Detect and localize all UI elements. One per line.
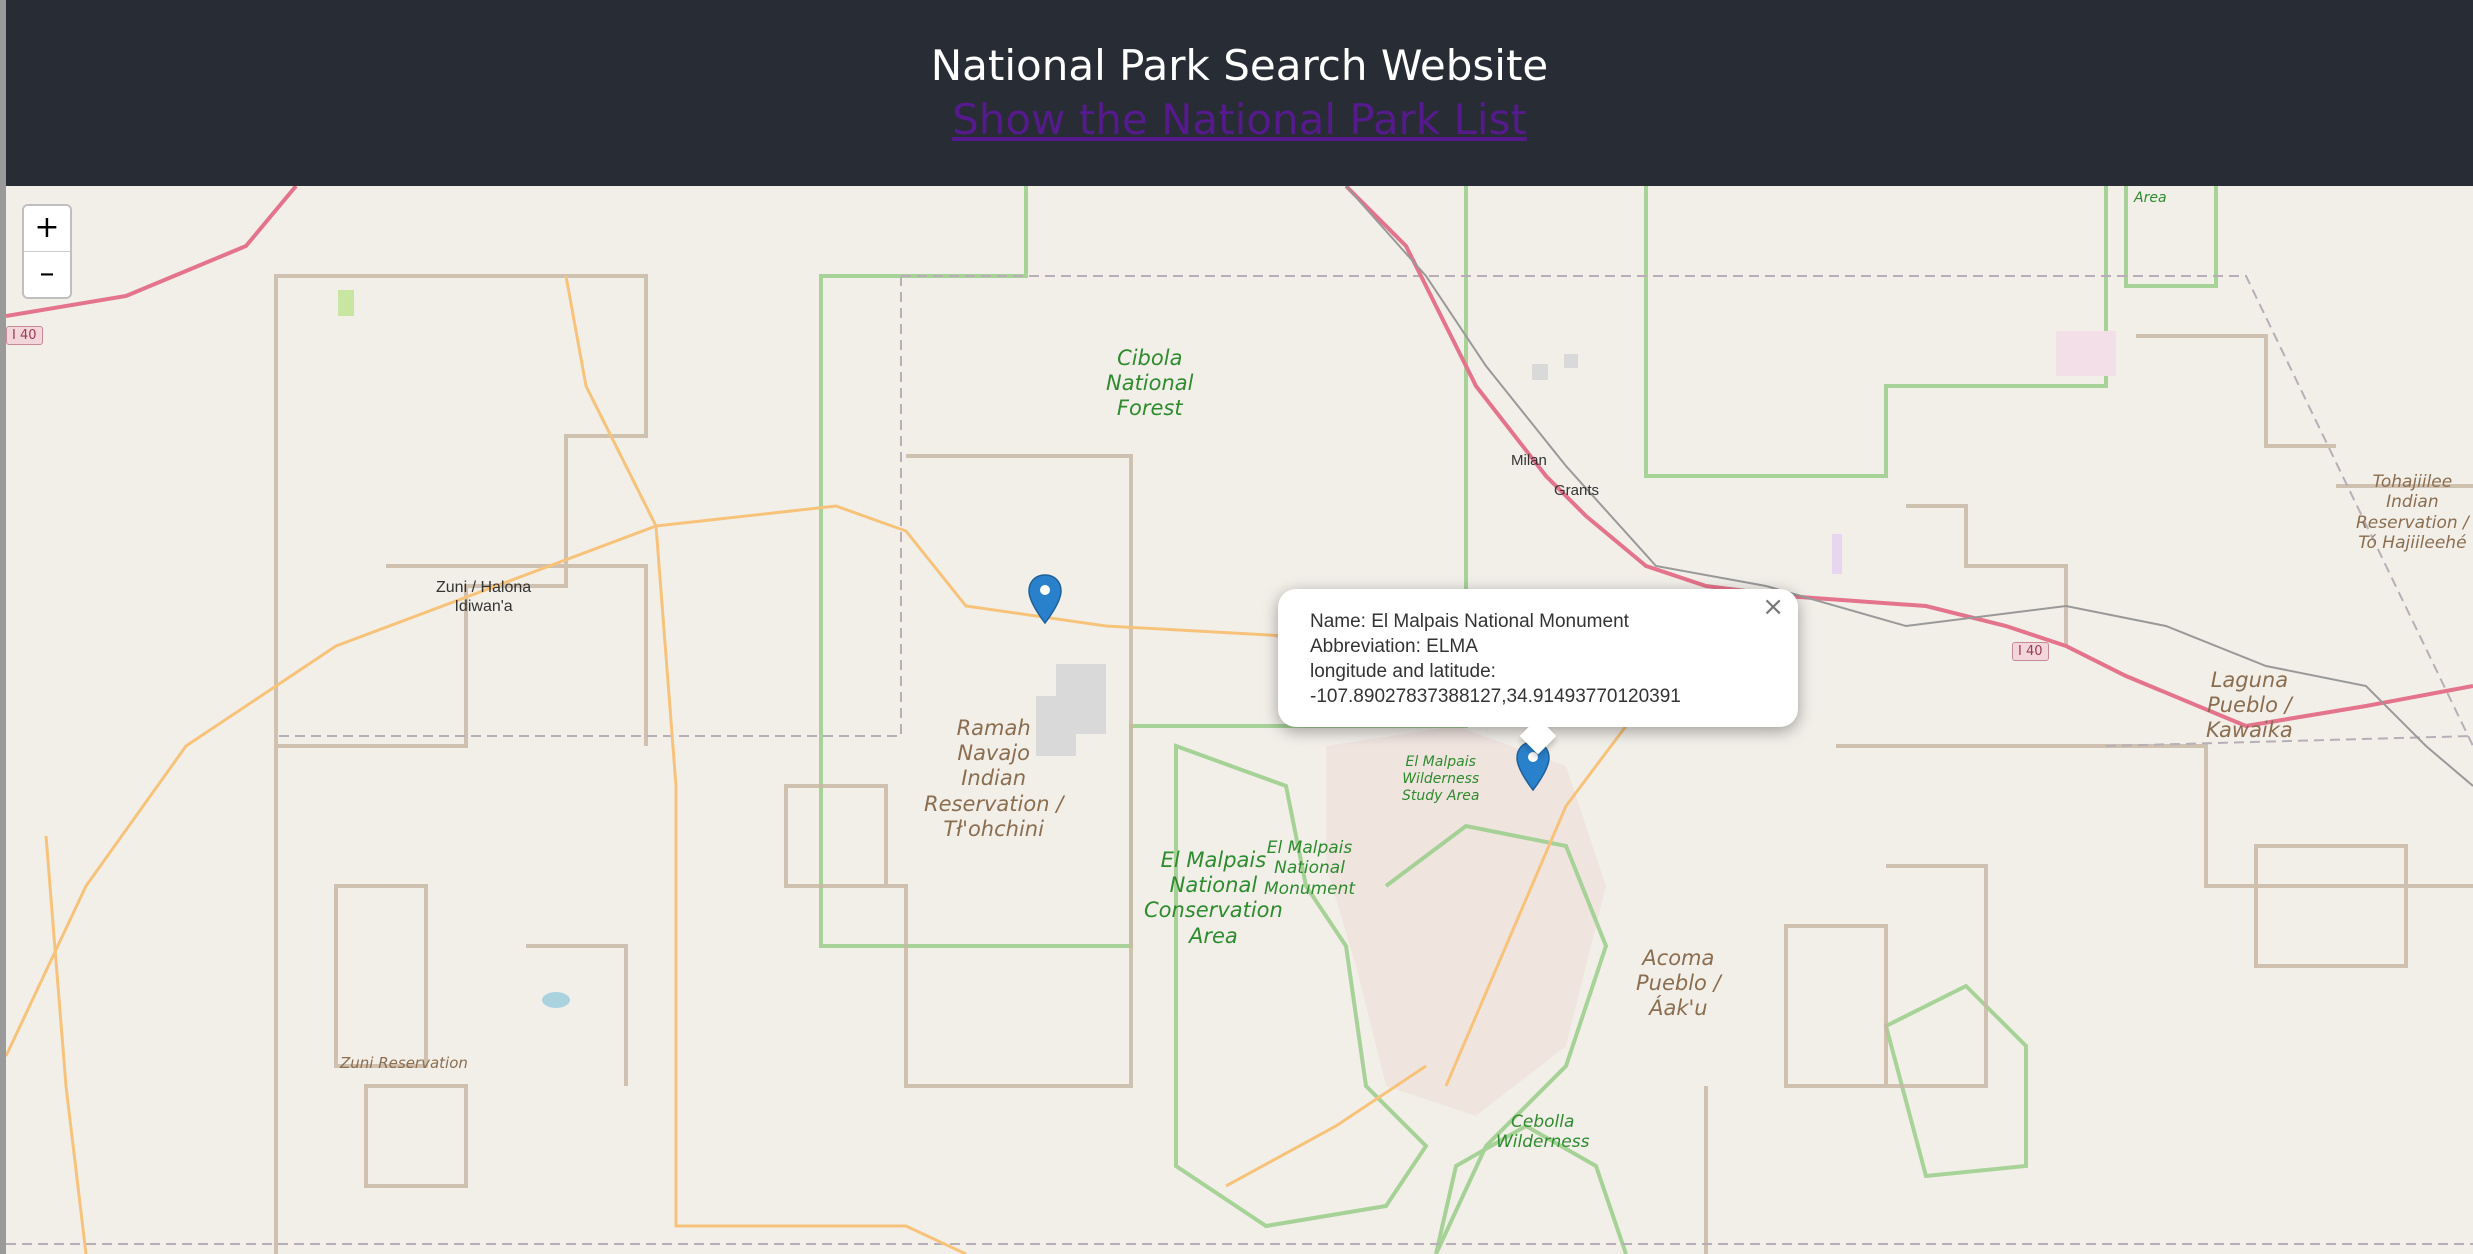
marker-popup: × Name: El Malpais National Monument Abb… [1278,589,1798,755]
page-title: National Park Search Website [930,41,1549,90]
label-milan: Milan [1511,452,1547,469]
label-el-malpais-wsa: El Malpais Wilderness Study Area [1402,754,1480,804]
label-tohajiilee: Tohajiilee Indian Reservation / Tó Hajiilee… [2356,472,2469,554]
popup-name: Name: El Malpais National Monument [1310,611,1629,632]
i40-shield-left: I 40 [6,326,43,345]
map-tiles [6,186,2473,1254]
map-marker-icon[interactable] [1028,574,1062,624]
popup-abbreviation: Abbreviation: ELMA [1310,636,1478,657]
zoom-control: + – [22,204,72,299]
label-ramah-navajo: Ramah Navajo Indian Reservation / Tł'ohchini [924,716,1064,841]
label-zuni-reservation: Zuni Reservation [340,1054,468,1072]
label-area: Area [2134,190,2167,206]
label-cebolla-wilderness: Cebolla Wilderness [1496,1112,1590,1153]
label-zuni-halona: Zuni / Halona Idiwan'a [436,579,532,616]
site-header: National Park Search Website Show the Na… [6,0,2473,186]
label-grants: Grants [1554,482,1600,499]
label-cibola-forest: Cibola National Forest [1106,346,1194,421]
label-el-malpais-nm: El Malpais National Monument [1264,838,1356,899]
popup-coord-label: longitude and latitude: [1310,661,1496,682]
window-edge [0,0,6,1254]
map-view[interactable]: + – Cibola National Forest Zuni / Halona Id… [6,186,2473,1254]
zoom-out-button[interactable]: – [24,251,70,297]
popup-coord-value: -107.89027837388127,34.91493770120391 [1310,686,1681,707]
label-acoma-pueblo: Acoma Pueblo / Áak'u [1636,946,1721,1021]
park-list-link[interactable]: Show the National Park List [6,92,2473,148]
zoom-in-button[interactable]: + [24,206,70,251]
park-list-link-label: Show the National Park List [952,95,1527,144]
i40-shield-right: I 40 [2012,642,2049,661]
label-el-malpais-nca: El Malpais National Conservation Area [1144,848,1283,948]
label-laguna-pueblo: Laguna Pueblo / Kawaika [2206,668,2293,743]
